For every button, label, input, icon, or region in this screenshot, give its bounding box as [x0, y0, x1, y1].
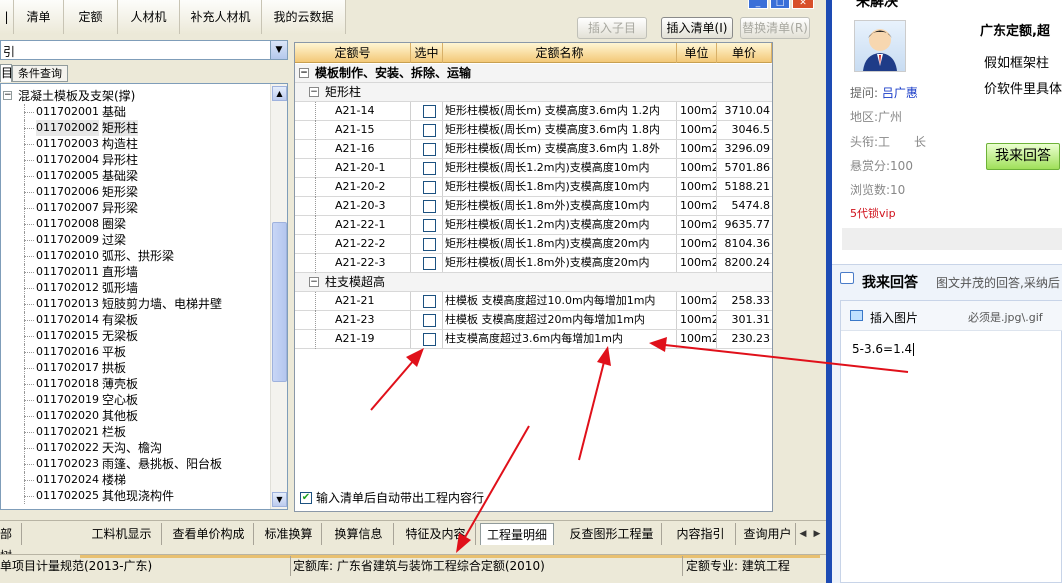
annotation-arrows: [370, 337, 909, 553]
red-arrow-from-answer: [649, 337, 909, 373]
red-arrow-to-checkbox: [370, 348, 424, 411]
red-arrow-to-status: [456, 425, 530, 553]
red-arrow-to-name: [578, 346, 611, 461]
